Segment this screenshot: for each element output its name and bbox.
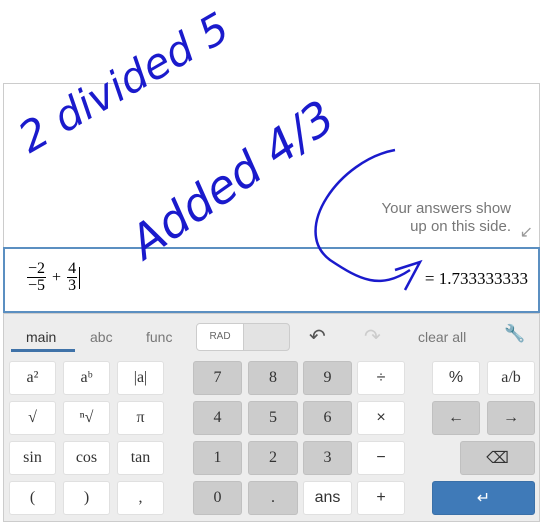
handwritten-arrow (314, 148, 423, 291)
